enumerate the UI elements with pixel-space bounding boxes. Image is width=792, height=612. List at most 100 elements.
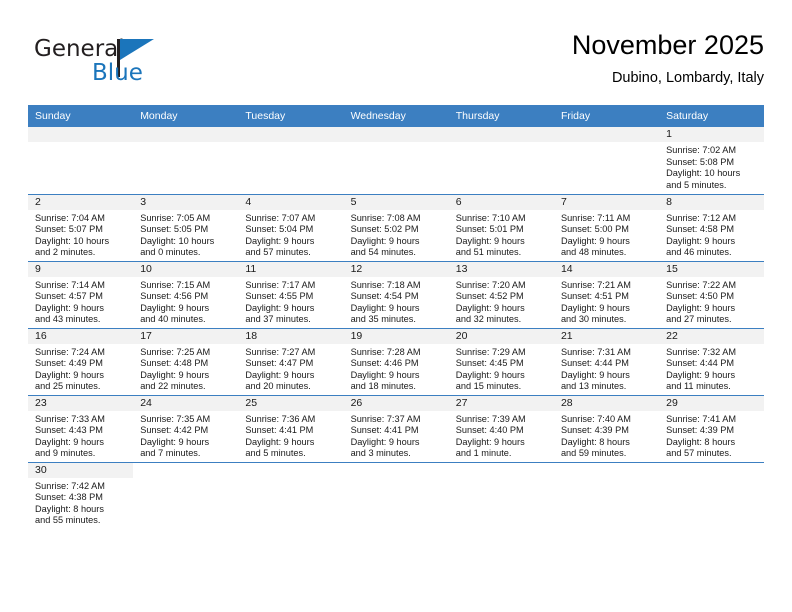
sunset-text: Sunset: 4:44 PM [666,358,735,369]
daylight-text-line1: Daylight: 8 hours [666,436,736,447]
day-number: 24 [133,395,239,411]
calendar-day-cell[interactable]: 29 Sunrise: 7:41 AM Sunset: 4:39 PM Dayligh… [659,395,765,463]
day-number: 27 [448,395,554,411]
day-cell-inner: 6 Sunrise: 7:10 AM Sunset: 5:01 PM Daylight… [448,194,554,261]
day-details: Sunrise: 7:20 AM Sunset: 4:52 PM Daylight:… [449,277,554,326]
sunset-text: Sunset: 4:58 PM [666,224,735,235]
day-number: 25 [238,395,344,411]
calendar-day-cell[interactable]: 20 Sunrise: 7:29 AM Sunset: 4:45 PM Dayligh… [448,328,554,396]
calendar-day-cell[interactable]: 27 Sunrise: 7:39 AM Sunset: 4:40 PM Dayligh… [448,395,554,463]
calendar-day-cell[interactable]: 24 Sunrise: 7:35 AM Sunset: 4:42 PM Dayligh… [133,395,239,463]
calendar-day-cell[interactable]: 7 Sunrise: 7:11 AM Sunset: 5:00 PM Daylight… [553,194,660,262]
calendar-day-cell[interactable]: 14 Sunrise: 7:21 AM Sunset: 4:51 PM Dayligh… [553,261,660,329]
day-number [448,127,554,142]
weekday-header-sunday: Sunday [28,105,134,127]
sunrise-text: Sunrise: 7:25 AM [140,346,211,357]
calendar-day-cell[interactable]: 22 Sunrise: 7:32 AM Sunset: 4:44 PM Dayligh… [659,328,765,396]
calendar-day-cell[interactable]: 23 Sunrise: 7:33 AM Sunset: 4:43 PM Dayligh… [28,395,134,463]
day-cell-inner [343,127,449,194]
daylight-text-line1: Daylight: 9 hours [666,302,736,313]
daylight-text-line1: Daylight: 9 hours [35,302,104,313]
day-details: Sunrise: 7:25 AM Sunset: 4:48 PM Daylight:… [133,344,238,393]
calendar-week-row: 2 Sunrise: 7:04 AM Sunset: 5:07 PM Daylight… [28,194,765,262]
day-number [343,127,449,142]
daylight-text-line2: and 5 minutes. [245,448,306,459]
daylight-text-line2: and 37 minutes. [245,314,311,325]
sunset-text: Sunset: 4:50 PM [666,291,735,302]
calendar-day-cell[interactable]: 5 Sunrise: 7:08 AM Sunset: 5:02 PM Daylight… [343,194,449,262]
day-cell-inner [553,127,660,194]
day-details: Sunrise: 7:08 AM Sunset: 5:02 PM Daylight:… [344,210,449,259]
daylight-text-line2: and 40 minutes. [140,314,206,325]
calendar-empty-cell [659,462,764,529]
day-details: Sunrise: 7:12 AM Sunset: 4:58 PM Daylight:… [659,210,764,259]
calendar-day-cell[interactable]: 13 Sunrise: 7:20 AM Sunset: 4:52 PM Dayligh… [448,261,554,329]
daylight-text-line2: and 22 minutes. [140,381,206,392]
page-title: November 2025 [571,30,764,60]
daylight-text-line1: Daylight: 9 hours [245,436,315,447]
calendar-day-cell[interactable]: 28 Sunrise: 7:40 AM Sunset: 4:39 PM Dayligh… [553,395,660,463]
sunrise-text: Sunrise: 7:42 AM [35,480,105,491]
daylight-text-line2: and 1 minute. [455,448,512,459]
day-cell-inner: 11 Sunrise: 7:17 AM Sunset: 4:55 PM Dayligh… [238,261,344,328]
daylight-text-line1: Daylight: 9 hours [35,436,104,447]
sunset-text: Sunset: 4:57 PM [35,291,103,302]
day-cell-inner: 30 Sunrise: 7:42 AM Sunset: 4:38 PM Dayligh… [28,462,134,530]
day-details: Sunrise: 7:15 AM Sunset: 4:56 PM Daylight:… [133,277,238,326]
calendar-day-cell[interactable]: 21 Sunrise: 7:31 AM Sunset: 4:44 PM Dayligh… [553,328,660,396]
daylight-text-line2: and 54 minutes. [350,247,416,258]
daylight-text-line2: and 57 minutes. [666,448,732,459]
calendar-day-cell[interactable]: 10 Sunrise: 7:15 AM Sunset: 4:56 PM Dayligh… [133,261,239,329]
daylight-text-line1: Daylight: 10 hours [666,168,741,179]
calendar-day-cell[interactable]: 19 Sunrise: 7:28 AM Sunset: 4:46 PM Dayligh… [343,328,449,396]
calendar-day-cell[interactable]: 8 Sunrise: 7:12 AM Sunset: 4:58 PM Daylight… [659,194,765,262]
daylight-text-line1: Daylight: 9 hours [666,235,736,246]
page-header: General Blue November 2025 Dubino, Lomba… [28,28,764,100]
daylight-text-line2: and 51 minutes. [455,247,522,258]
day-number: 14 [553,261,660,277]
day-number: 9 [28,261,134,277]
sunset-text: Sunset: 4:43 PM [35,425,103,436]
day-number: 20 [448,328,554,344]
sunrise-text: Sunrise: 7:10 AM [455,212,526,223]
calendar-day-cell[interactable]: 1 Sunrise: 7:02 AM Sunset: 5:08 PM Daylight… [659,127,765,195]
page-subtitle: Dubino, Lombardy, Italy [611,70,764,86]
calendar-day-cell[interactable]: 26 Sunrise: 7:37 AM Sunset: 4:41 PM Dayligh… [343,395,449,463]
calendar-day-cell[interactable]: 18 Sunrise: 7:27 AM Sunset: 4:47 PM Dayligh… [238,328,344,396]
calendar-day-cell[interactable]: 15 Sunrise: 7:22 AM Sunset: 4:50 PM Dayligh… [659,261,765,329]
day-details: Sunrise: 7:42 AM Sunset: 4:38 PM Daylight:… [28,478,133,527]
calendar-empty-cell [238,127,344,195]
day-cell-inner: 27 Sunrise: 7:39 AM Sunset: 4:40 PM Dayligh… [448,395,554,462]
calendar-day-cell[interactable]: 17 Sunrise: 7:25 AM Sunset: 4:48 PM Dayligh… [133,328,239,396]
calendar-day-cell[interactable]: 6 Sunrise: 7:10 AM Sunset: 5:01 PM Daylight… [448,194,554,262]
calendar-day-cell[interactable]: 2 Sunrise: 7:04 AM Sunset: 5:07 PM Daylight… [28,194,134,262]
calendar-day-cell[interactable]: 12 Sunrise: 7:18 AM Sunset: 4:54 PM Dayligh… [343,261,449,329]
calendar-day-cell[interactable]: 9 Sunrise: 7:14 AM Sunset: 4:57 PM Daylight… [28,261,134,329]
calendar-day-cell[interactable]: 30 Sunrise: 7:42 AM Sunset: 4:38 PM Dayligh… [28,462,134,530]
day-cell-inner: 16 Sunrise: 7:24 AM Sunset: 4:49 PM Dayligh… [28,328,134,395]
calendar-day-cell[interactable]: 3 Sunrise: 7:05 AM Sunset: 5:05 PM Daylight… [133,194,239,262]
sunrise-text: Sunrise: 7:20 AM [455,279,526,290]
day-details: Sunrise: 7:35 AM Sunset: 4:42 PM Daylight:… [133,411,238,460]
sunset-text: Sunset: 4:38 PM [35,492,103,503]
calendar-day-cell[interactable]: 11 Sunrise: 7:17 AM Sunset: 4:55 PM Dayligh… [238,261,344,329]
day-cell-inner: 17 Sunrise: 7:25 AM Sunset: 4:48 PM Dayligh… [133,328,239,395]
sunrise-text: Sunrise: 7:14 AM [35,279,105,290]
sunset-text: Sunset: 4:46 PM [350,358,419,369]
calendar-day-cell[interactable]: 25 Sunrise: 7:36 AM Sunset: 4:41 PM Dayligh… [238,395,344,463]
calendar-day-cell[interactable]: 4 Sunrise: 7:07 AM Sunset: 5:04 PM Daylight… [238,194,344,262]
calendar-day-cell[interactable]: 16 Sunrise: 7:24 AM Sunset: 4:49 PM Dayligh… [28,328,134,396]
day-cell-inner [133,127,239,194]
day-number: 6 [448,194,554,210]
sunset-text: Sunset: 4:40 PM [455,425,524,436]
sunrise-text: Sunrise: 7:35 AM [140,413,211,424]
day-number: 17 [133,328,239,344]
day-number: 26 [343,395,449,411]
day-details: Sunrise: 7:04 AM Sunset: 5:07 PM Daylight:… [28,210,133,259]
day-details: Sunrise: 7:21 AM Sunset: 4:51 PM Daylight:… [554,277,659,326]
calendar-week-row: 9 Sunrise: 7:14 AM Sunset: 4:57 PM Daylight… [28,261,765,329]
daylight-text-line1: Daylight: 9 hours [455,369,525,380]
daylight-text-line1: Daylight: 9 hours [666,369,736,380]
daylight-text-line1: Daylight: 9 hours [245,302,315,313]
sunrise-text: Sunrise: 7:28 AM [350,346,421,357]
